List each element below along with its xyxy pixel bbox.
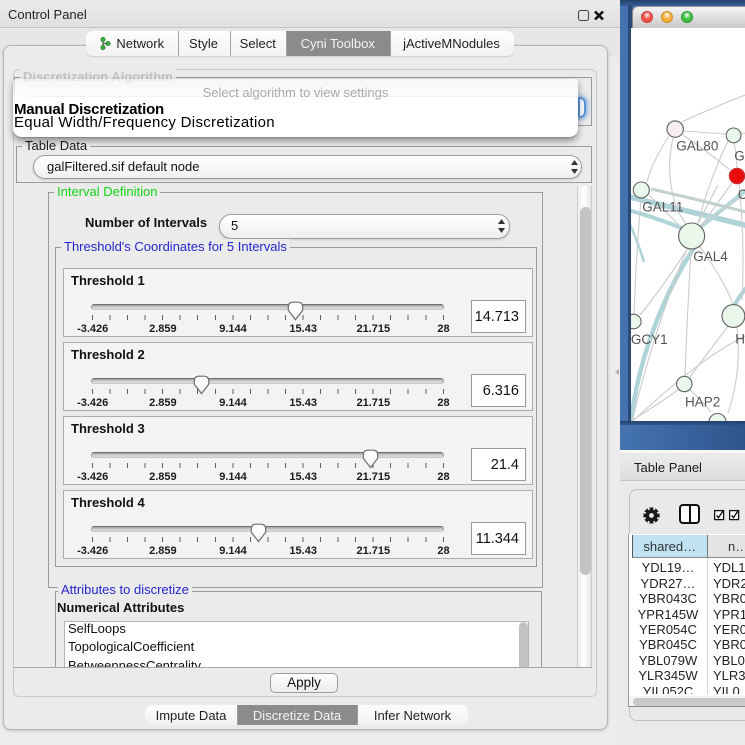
svg-text:GAL11: GAL11: [642, 200, 683, 215]
svg-text:C: C: [738, 187, 745, 202]
svg-text:GCY1: GCY1: [631, 332, 668, 347]
svg-text:GAL4: GAL4: [693, 249, 728, 264]
svg-text:GA: GA: [734, 148, 745, 163]
svg-text:HAP2: HAP2: [685, 395, 720, 410]
svg-text:GAL80: GAL80: [676, 139, 718, 154]
svg-text:HI: HI: [735, 331, 745, 346]
